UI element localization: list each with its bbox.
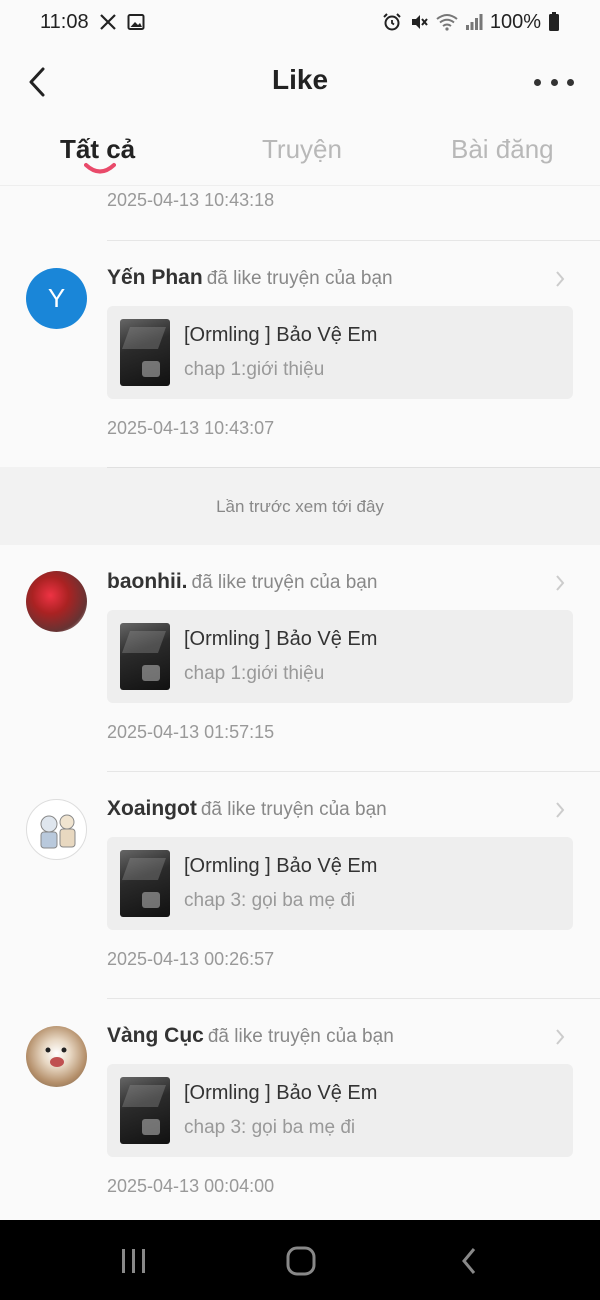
timestamp: 2025-04-13 00:26:57	[107, 949, 275, 969]
x-app-icon	[99, 13, 117, 31]
username[interactable]: Xoaingot đã like truyện của bạn	[107, 797, 387, 821]
chapter-title: chap 1:giới thiệu	[184, 663, 325, 684]
timestamp: 2025-04-13 10:43:07	[107, 418, 275, 438]
recent-apps-button[interactable]	[118, 1246, 150, 1276]
story-title: [Ormling ] Bảo Vệ Em	[184, 628, 378, 650]
story-cover-image	[120, 623, 170, 690]
home-icon	[286, 1246, 316, 1276]
chevron-right-icon[interactable]	[554, 573, 566, 593]
image-icon	[127, 13, 145, 31]
tab-posts[interactable]: Bài đăng	[451, 134, 554, 165]
avatar-illustration	[40, 814, 76, 849]
alarm-icon	[382, 12, 402, 32]
like-list[interactable]: 2025-04-13 10:43:18 Y Yến Phan đã like tr…	[0, 186, 600, 1220]
username[interactable]: Yến Phan đã like truyện của bạn	[107, 266, 393, 290]
story-card[interactable]: [Ormling ] Bảo Vệ Em chap 1:giới thiệu	[107, 610, 573, 703]
chapter-title: chap 3: gọi ba mẹ đi	[184, 1117, 356, 1138]
username-text: Xoaingot	[107, 797, 197, 820]
chevron-right-icon[interactable]	[554, 800, 566, 820]
last-viewed-separator: Lần trước xem tới đây	[0, 467, 600, 545]
more-dot-icon	[550, 78, 558, 86]
action-text: đã like truyện của bạn	[191, 572, 378, 593]
avatar-illustration	[45, 1047, 67, 1067]
list-item[interactable]: Xoaingot đã like truyện của bạn [Ormling …	[0, 772, 600, 999]
username[interactable]: Vàng Cục đã like truyện của bạn	[107, 1024, 394, 1048]
more-dot-icon	[567, 78, 574, 86]
tab-bar: Tất cả Truyện Bài đăng	[0, 120, 600, 186]
more-options-button[interactable]	[534, 72, 574, 92]
chevron-right-icon[interactable]	[554, 1027, 566, 1047]
avatar[interactable]	[26, 571, 87, 632]
username[interactable]: baonhii. đã like truyện của bạn	[107, 570, 377, 594]
app-header: Like	[0, 44, 600, 120]
signal-icon	[465, 13, 483, 31]
action-text: đã like truyện của bạn	[206, 268, 393, 289]
username-text: Vàng Cục	[107, 1024, 204, 1047]
page-title: Like	[271, 64, 329, 95]
story-title: [Ormling ] Bảo Vệ Em	[184, 1082, 378, 1104]
list-item[interactable]: baonhii. đã like truyện của bạn [Ormling …	[0, 545, 600, 772]
story-cover-image	[120, 850, 170, 917]
more-dot-icon	[534, 78, 541, 86]
chevron-right-icon[interactable]	[554, 269, 566, 289]
chapter-title: chap 1:giới thiệu	[184, 359, 325, 380]
divider	[107, 467, 600, 468]
story-card[interactable]: [Ormling ] Bảo Vệ Em chap 3: gọi ba mẹ đ…	[107, 1064, 573, 1157]
battery-percent: 100%	[489, 10, 541, 33]
story-title: [Ormling ] Bảo Vệ Em	[184, 324, 378, 346]
avatar-letter: Y	[47, 283, 66, 313]
story-card[interactable]: [Ormling ] Bảo Vệ Em chap 1:giới thiệu	[107, 306, 573, 399]
list-item: 2025-04-13 10:43:18	[0, 186, 600, 241]
username-text: baonhii.	[107, 570, 188, 593]
action-text: đã like truyện của bạn	[207, 1026, 394, 1047]
story-card[interactable]: [Ormling ] Bảo Vệ Em chap 3: gọi ba mẹ đ…	[107, 837, 573, 930]
back-nav-button[interactable]	[456, 1246, 482, 1276]
separator-text: Lần trước xem tới đây	[216, 497, 384, 516]
timestamp: 2025-04-13 01:57:15	[107, 722, 275, 742]
avatar[interactable]	[26, 1026, 87, 1087]
story-title: [Ormling ] Bảo Vệ Em	[184, 855, 378, 877]
back-nav-icon	[462, 1248, 476, 1274]
username-text: Yến Phan	[107, 266, 203, 289]
list-item[interactable]: Y Yến Phan đã like truyện của bạn [Ormlin…	[0, 241, 600, 467]
home-button[interactable]	[284, 1246, 318, 1276]
system-nav-bar	[0, 1220, 600, 1300]
story-cover-image	[120, 319, 170, 386]
chapter-title: chap 3: gọi ba mẹ đi	[184, 890, 356, 911]
list-item[interactable]: Vàng Cục đã like truyện của bạn [Ormling …	[0, 999, 600, 1220]
mute-icon	[409, 12, 429, 32]
avatar[interactable]	[26, 799, 87, 860]
story-cover-image	[120, 1077, 170, 1144]
status-bar: 11:08 100%	[0, 0, 600, 44]
battery-icon	[548, 12, 560, 32]
active-tab-indicator	[84, 163, 116, 174]
timestamp: 2025-04-13 00:04:00	[107, 1176, 275, 1196]
tab-all[interactable]: Tất cả	[60, 134, 135, 165]
avatar[interactable]: Y	[26, 268, 87, 329]
status-time: 11:08	[40, 10, 89, 33]
timestamp: 2025-04-13 10:43:18	[107, 190, 275, 210]
wifi-icon	[436, 13, 458, 31]
action-text: đã like truyện của bạn	[200, 799, 387, 820]
tab-stories[interactable]: Truyện	[262, 134, 342, 165]
recent-apps-icon	[122, 1249, 145, 1273]
